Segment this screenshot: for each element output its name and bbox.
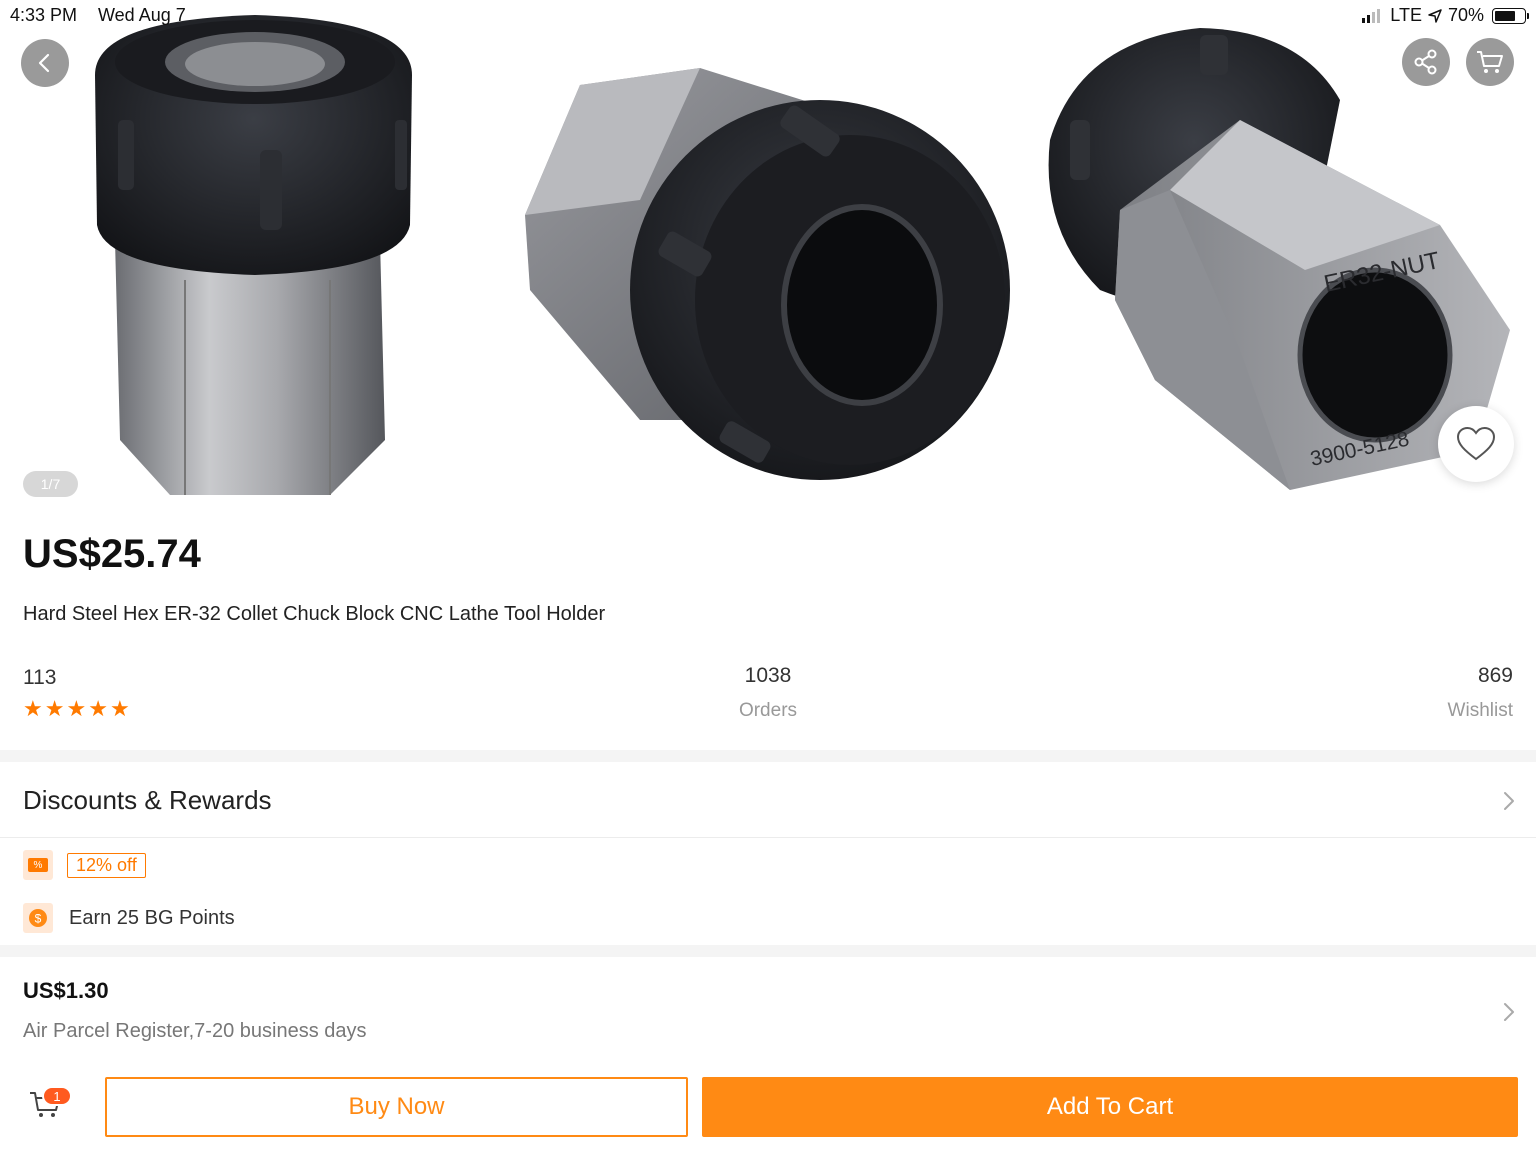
points-text: Earn 25 BG Points — [69, 906, 235, 929]
wishlist-label: Wishlist — [1447, 700, 1513, 721]
orders-label: Orders — [738, 700, 798, 721]
discounts-header[interactable]: Discounts & Rewards — [0, 762, 1536, 838]
discount-icon-label: % — [28, 858, 48, 872]
star-icon: ★ — [66, 696, 87, 721]
buy-now-button[interactable]: Buy Now — [105, 1077, 688, 1137]
product-images: ER32-NUT 3900-5128 — [95, 15, 1510, 495]
status-indicators: LTE 70% — [1362, 5, 1529, 26]
wishlist-count: 869 — [1477, 664, 1513, 687]
coupon-tag: 12% off — [67, 852, 146, 878]
wishlist-button[interactable] — [1438, 406, 1514, 482]
status-bar: 4:33 PM Wed Aug 7 LTE 70% — [0, 0, 1536, 30]
heart-icon — [1456, 426, 1496, 461]
image-page-indicator: 1/7 — [23, 471, 78, 497]
shipping-method: Air Parcel Register,7-20 business days — [23, 1020, 367, 1042]
shipping-section[interactable] — [0, 957, 1536, 1062]
share-button[interactable] — [1402, 38, 1450, 86]
battery-icon — [1492, 7, 1529, 24]
star-rating: ★ ★ ★ ★ ★ — [23, 698, 130, 720]
share-icon — [1414, 49, 1437, 75]
star-icon: ★ — [88, 696, 108, 721]
battery-percent: 70% — [1447, 5, 1484, 25]
product-image-2 — [525, 68, 1010, 480]
points-coin-icon: $ — [23, 903, 53, 933]
product-title: Hard Steel Hex ER-32 Collet Chuck Block … — [23, 603, 606, 625]
product-price: US$25.74 — [23, 532, 201, 576]
cart-count-badge: 1 — [42, 1086, 72, 1106]
orders-stat: 1038 Orders — [700, 664, 836, 722]
star-icon: ★ — [23, 696, 43, 721]
chevron-right-icon — [1504, 792, 1514, 810]
back-button[interactable] — [21, 39, 69, 87]
cart-button[interactable] — [1466, 38, 1514, 86]
coupon-row: % 12% off — [23, 850, 146, 880]
product-image-1 — [95, 15, 412, 495]
location-arrow-icon — [1428, 8, 1442, 23]
wishlist-stat: 869 Wishlist — [1448, 664, 1513, 722]
divider — [0, 837, 1536, 838]
section-divider — [0, 750, 1536, 762]
cart-icon — [1477, 51, 1503, 73]
shipping-price: US$1.30 — [23, 978, 109, 1003]
orders-count: 1038 — [744, 664, 792, 687]
add-to-cart-button[interactable]: Add To Cart — [702, 1077, 1518, 1137]
svg-text:$: $ — [35, 912, 42, 926]
network-label: LTE — [1390, 5, 1422, 25]
reviews-count: 113 — [23, 666, 57, 689]
section-divider — [0, 945, 1536, 957]
discounts-title: Discounts & Rewards — [23, 785, 272, 815]
signal-icon — [1362, 8, 1381, 23]
points-row: $ Earn 25 BG Points — [23, 903, 235, 933]
product-image-3: ER32-NUT 3900-5128 — [1048, 28, 1510, 490]
product-image-gallery[interactable]: ER32-NUT 3900-5128 1/7 — [0, 0, 1536, 520]
chevron-right-icon — [1504, 1003, 1514, 1021]
chevron-left-icon — [38, 53, 50, 73]
discount-icon: % — [23, 850, 53, 880]
star-icon: ★ — [109, 696, 130, 721]
status-time: 4:33 PM — [10, 5, 78, 25]
status-date: Wed Aug 7 — [98, 5, 186, 25]
reviews-summary[interactable]: 113 ★ ★ ★ ★ ★ — [23, 666, 130, 720]
star-icon: ★ — [44, 696, 65, 721]
